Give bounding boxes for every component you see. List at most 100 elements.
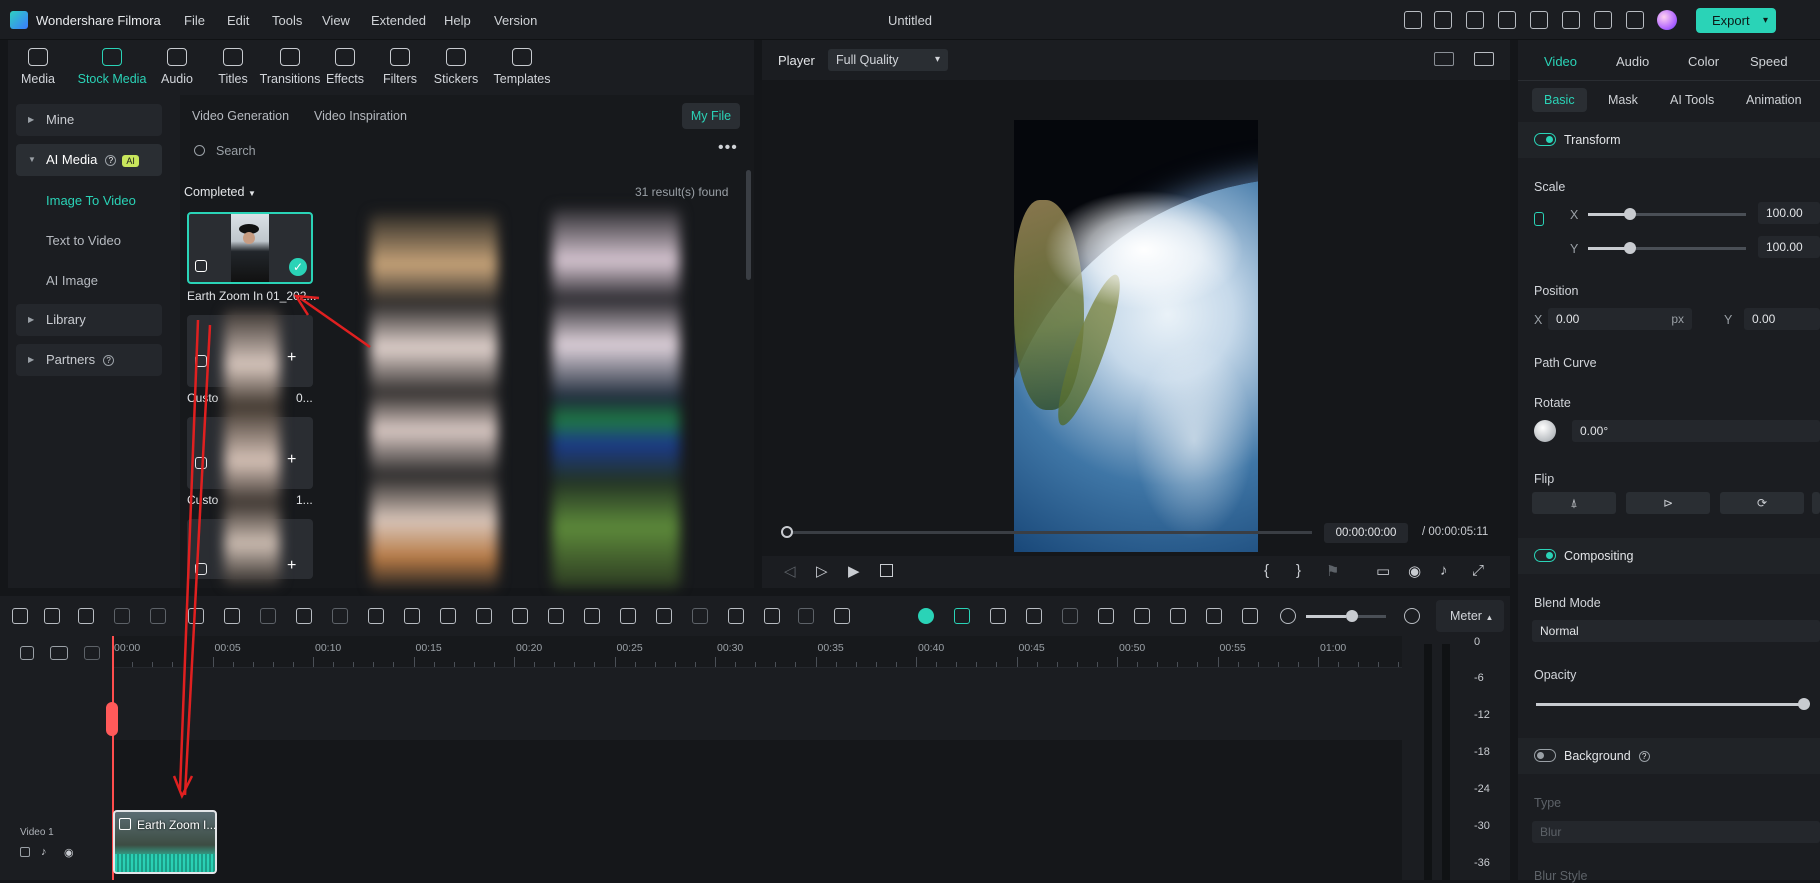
- menu-view[interactable]: View: [322, 13, 350, 28]
- scale-y-slider[interactable]: [1588, 242, 1746, 254]
- send-icon[interactable]: [1434, 11, 1452, 29]
- sidebar-item-library[interactable]: ▶ Library: [16, 304, 162, 336]
- help-icon[interactable]: ?: [103, 355, 115, 367]
- sidebar-item-ai-media[interactable]: ▼ AI Media? AI: [16, 144, 162, 176]
- headset-icon[interactable]: [1594, 11, 1612, 29]
- volume-icon[interactable]: ♪: [1440, 562, 1448, 579]
- completed-filter[interactable]: Completed ▼: [184, 185, 256, 199]
- snapshot-icon[interactable]: ◉: [1408, 562, 1421, 580]
- compositing-section[interactable]: Compositing: [1518, 538, 1820, 574]
- slider-knob[interactable]: [1346, 610, 1358, 622]
- help-icon[interactable]: ?: [1638, 751, 1650, 763]
- mark-in-icon[interactable]: {: [1264, 562, 1269, 579]
- eye-icon[interactable]: ◉: [64, 846, 74, 859]
- tab-audio[interactable]: Audio: [1616, 54, 1649, 69]
- tab-ai-tools[interactable]: AI Tools: [1658, 88, 1726, 112]
- tab-stickers[interactable]: Stickers: [426, 48, 486, 86]
- ai-edit-icon[interactable]: [150, 608, 166, 624]
- menu-help[interactable]: Help: [444, 13, 471, 28]
- add-icon[interactable]: +: [287, 557, 296, 575]
- undo-icon[interactable]: [78, 608, 94, 624]
- pip-icon[interactable]: [1206, 608, 1222, 624]
- zoom-out-icon[interactable]: [1280, 608, 1296, 624]
- timeline-clip[interactable]: Earth Zoom I...: [113, 810, 217, 874]
- compositing-toggle[interactable]: [1534, 549, 1556, 562]
- tab-video-inspiration[interactable]: Video Inspiration: [314, 109, 407, 123]
- zoom-slider[interactable]: [1306, 610, 1386, 622]
- smart-cutout-icon[interactable]: [834, 608, 850, 624]
- mark-out-icon[interactable]: }: [1296, 562, 1301, 579]
- menu-tools[interactable]: Tools: [272, 13, 302, 28]
- avatar[interactable]: [1657, 10, 1677, 30]
- tab-effects[interactable]: Effects: [315, 48, 375, 86]
- tab-mask[interactable]: Mask: [1596, 88, 1650, 112]
- blend-mode-select[interactable]: Normal: [1532, 620, 1820, 642]
- stabilize-icon[interactable]: [332, 608, 348, 624]
- previous-frame-icon[interactable]: ◁: [784, 562, 796, 580]
- flip-vertical-button[interactable]: ⊳: [1626, 492, 1710, 514]
- tab-media[interactable]: Media: [8, 48, 68, 86]
- sidebar-item-mine[interactable]: ▶ Mine: [16, 104, 162, 136]
- menu-extended[interactable]: Extended: [371, 13, 426, 28]
- text-tool-icon[interactable]: [368, 608, 384, 624]
- shape-icon[interactable]: [440, 608, 456, 624]
- grid-view-icon[interactable]: [1434, 52, 1454, 66]
- ripple-delete-icon[interactable]: [224, 608, 240, 624]
- tab-video[interactable]: Video: [1544, 54, 1577, 69]
- flip-horizontal-button[interactable]: ⍋: [1532, 492, 1616, 514]
- menu-file[interactable]: File: [184, 13, 205, 28]
- playback-scrubber[interactable]: [781, 526, 1312, 538]
- play-icon[interactable]: ▶: [848, 562, 860, 580]
- microphone-icon[interactable]: [1134, 608, 1150, 624]
- transform-section[interactable]: Transform: [1518, 122, 1820, 158]
- stop-icon[interactable]: [880, 564, 893, 577]
- empty-track[interactable]: [112, 668, 1402, 740]
- type-select[interactable]: Blur: [1532, 821, 1820, 843]
- ai-portrait-icon[interactable]: [548, 608, 564, 624]
- zoom-in-icon[interactable]: [1404, 608, 1420, 624]
- tab-color[interactable]: Color: [1688, 54, 1719, 69]
- link-icon[interactable]: [20, 646, 34, 660]
- sidebar-item-text-to-video[interactable]: Text to Video: [46, 233, 121, 248]
- position-x-input[interactable]: 0.00 px: [1548, 308, 1692, 330]
- tab-audio[interactable]: Audio: [147, 48, 207, 86]
- mute-icon[interactable]: ♪: [41, 846, 47, 858]
- background-section[interactable]: Background?: [1518, 738, 1820, 774]
- rotate-counterclockwise-button[interactable]: [1812, 492, 1820, 514]
- snap-icon[interactable]: [954, 608, 970, 624]
- mask-icon[interactable]: [404, 608, 420, 624]
- play-in-out-icon[interactable]: ▷: [816, 562, 828, 580]
- more-options-icon[interactable]: •••: [718, 139, 738, 157]
- layout-icon[interactable]: [1498, 11, 1516, 29]
- timeline-ruler[interactable]: 00:00 00:05 00:10 00:15 00:20 00:25 00:30 00:35…: [112, 636, 1402, 668]
- meter-button[interactable]: Meter ▲: [1436, 600, 1504, 632]
- tab-video-generation[interactable]: Video Generation: [192, 109, 289, 123]
- export-button[interactable]: Export ▾: [1696, 8, 1776, 33]
- chevron-down-icon[interactable]: ▾: [1763, 8, 1768, 33]
- audio-mix-icon[interactable]: [1170, 608, 1186, 624]
- add-icon[interactable]: +: [287, 451, 296, 469]
- tab-stock-media[interactable]: Stock Media: [74, 48, 150, 86]
- fit-icon[interactable]: [1242, 608, 1258, 624]
- ai-copilot-icon[interactable]: [918, 608, 934, 624]
- redo-icon[interactable]: [114, 608, 130, 624]
- add-media-icon[interactable]: [1026, 608, 1042, 624]
- cloud-icon[interactable]: [1562, 11, 1580, 29]
- fullscreen-icon[interactable]: ⤢: [1472, 562, 1484, 579]
- add-icon[interactable]: +: [287, 349, 296, 367]
- playhead-handle[interactable]: [106, 702, 118, 736]
- media-scrollbar[interactable]: [746, 170, 751, 280]
- subtitle-icon[interactable]: [728, 608, 744, 624]
- shield-icon[interactable]: [1098, 608, 1114, 624]
- lock-icon[interactable]: [1534, 212, 1544, 226]
- adjust-icon[interactable]: [692, 608, 708, 624]
- media-thumbnail-selected[interactable]: ✓: [187, 212, 313, 284]
- opacity-slider[interactable]: [1536, 698, 1810, 710]
- scrubber-knob[interactable]: [781, 526, 793, 538]
- rotate-clockwise-button[interactable]: ⟳: [1720, 492, 1804, 514]
- rotate-input[interactable]: 0.00°: [1572, 420, 1820, 442]
- audio-wave-icon[interactable]: [764, 608, 780, 624]
- keyframe-icon[interactable]: [656, 608, 672, 624]
- track-manager-icon[interactable]: [84, 646, 100, 660]
- transform-toggle[interactable]: [1534, 133, 1556, 146]
